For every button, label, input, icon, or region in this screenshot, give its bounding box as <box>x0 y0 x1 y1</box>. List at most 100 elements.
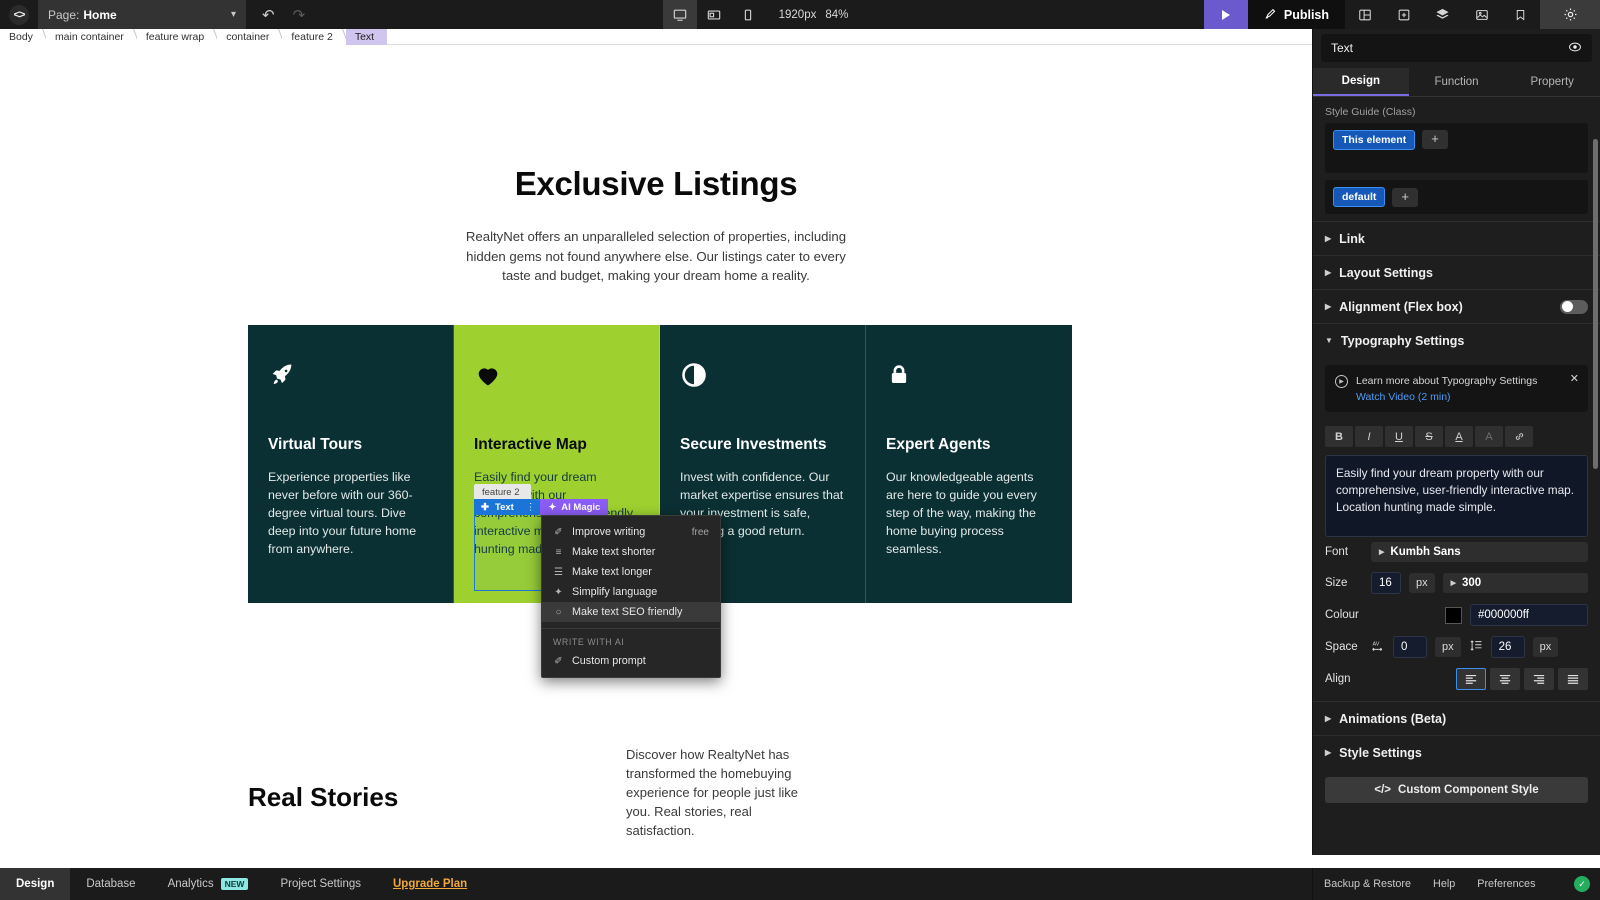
class-chip-default[interactable]: default <box>1333 187 1386 207</box>
menu-item-simplify-language[interactable]: ✦ Simplify language <box>542 582 720 602</box>
strike-glyph: S <box>1425 430 1433 443</box>
bold-icon[interactable]: B <box>1325 426 1353 447</box>
preview-button[interactable] <box>1203 0 1248 29</box>
bottom-tab-design[interactable]: Design <box>0 868 71 900</box>
align-justify-icon[interactable] <box>1558 668 1588 690</box>
colour-hex-input[interactable]: #000000ff <box>1470 604 1588 626</box>
device-tablet-button[interactable] <box>697 0 731 29</box>
add-element-icon[interactable] <box>1384 0 1423 29</box>
device-desktop-button[interactable] <box>662 0 697 29</box>
custom-component-style-button[interactable]: </> Custom Component Style <box>1325 777 1588 803</box>
undo-icon[interactable]: ↶ <box>262 6 275 24</box>
italic-icon[interactable]: I <box>1355 426 1383 447</box>
add-default-class-button[interactable]: + <box>1392 187 1419 207</box>
tab-design[interactable]: Design <box>1313 68 1409 96</box>
feature-card-virtual-tours[interactable]: Virtual Tours Experience properties like… <box>248 325 454 603</box>
preferences-button[interactable]: Preferences <box>1466 868 1546 900</box>
watch-video-link[interactable]: Watch Video (2 min) <box>1356 391 1537 403</box>
text-content-editor[interactable]: Easily find your dream property with our… <box>1325 455 1588 537</box>
menu-item-make-text-longer[interactable]: ☰ Make text longer <box>542 562 720 582</box>
accordion-layout-settings[interactable]: ▶ Layout Settings <box>1313 255 1600 289</box>
selection-move-handle[interactable]: ✚ Text <box>474 499 521 515</box>
accordion-label: Animations (Beta) <box>1339 711 1447 726</box>
font-family-select[interactable]: ▶ Kumbh Sans <box>1371 542 1588 562</box>
publish-button[interactable]: Publish <box>1247 0 1346 29</box>
feature-body[interactable]: Experience properties like never before … <box>268 468 434 558</box>
link-icon[interactable] <box>1505 426 1533 447</box>
breadcrumb-item-main-container[interactable]: main container <box>45 28 137 45</box>
hero-body-text[interactable]: RealtyNet offers an unparalleled selecti… <box>460 227 852 286</box>
layers-icon[interactable] <box>1423 0 1462 29</box>
selection-element-label: Text <box>494 501 514 513</box>
panel-scrollbar[interactable] <box>1593 139 1598 469</box>
bottom-tab-analytics[interactable]: Analytics NEW <box>152 868 265 900</box>
eye-icon[interactable] <box>1568 40 1582 57</box>
class-chip-this-element[interactable]: This element <box>1333 130 1416 150</box>
strikethrough-icon[interactable]: S <box>1415 426 1443 447</box>
accordion-style-settings[interactable]: ▶ Style Settings <box>1313 735 1600 769</box>
breadcrumb-item-feature-wrap[interactable]: feature wrap <box>136 28 218 45</box>
accordion-alignment-flexbox[interactable]: ▶ Alignment (Flex box) <box>1313 289 1600 323</box>
tab-function[interactable]: Function <box>1409 68 1505 96</box>
info-card-text: Learn more about Typography Settings <box>1356 375 1538 387</box>
gear-icon[interactable] <box>1540 0 1600 29</box>
font-weight-select[interactable]: ▶ 300 <box>1442 573 1588 593</box>
highlight-icon[interactable]: A <box>1475 426 1503 447</box>
chevron-right-icon: ▶ <box>1325 714 1332 723</box>
check-icon[interactable]: ✓ <box>1574 876 1590 892</box>
design-canvas[interactable]: Exclusive Listings RealtyNet offers an u… <box>0 45 1312 855</box>
font-size-input[interactable]: 16 <box>1371 572 1401 594</box>
bottom-tab-project-settings[interactable]: Project Settings <box>264 868 377 900</box>
feature-card-expert-agents[interactable]: Expert Agents Our knowledgeable agents a… <box>866 325 1072 603</box>
font-label: Font <box>1325 546 1349 558</box>
device-mobile-button[interactable] <box>731 0 765 29</box>
custom-component-style-label: Custom Component Style <box>1398 784 1539 796</box>
breadcrumb-item-container[interactable]: container <box>217 28 283 45</box>
assets-icon[interactable] <box>1462 0 1501 29</box>
line-height-input[interactable]: 26 <box>1490 636 1525 658</box>
breadcrumb-item-feature-2[interactable]: feature 2 <box>282 28 346 45</box>
selection-more-button[interactable]: ⋮ <box>520 499 541 515</box>
colour-swatch[interactable] <box>1445 606 1462 624</box>
align-left-icon[interactable] <box>1456 668 1486 690</box>
breadcrumb-item-body[interactable]: Body <box>0 28 46 45</box>
align-right-icon[interactable] <box>1524 668 1554 690</box>
font-size-unit[interactable]: px <box>1409 573 1435 593</box>
line-height-unit[interactable]: px <box>1532 637 1559 657</box>
italic-glyph: I <box>1367 430 1371 443</box>
accordion-typography-settings[interactable]: ▼ Typography Settings <box>1313 323 1600 357</box>
close-icon[interactable]: ✕ <box>1570 372 1579 385</box>
ai-magic-button[interactable]: ✦ AI Magic <box>540 499 609 515</box>
backup-restore-button[interactable]: Backup & Restore <box>1313 868 1422 900</box>
redo-icon[interactable]: ↷ <box>293 6 306 24</box>
menu-item-make-text-seo-friendly[interactable]: ○ Make text SEO friendly <box>542 602 720 622</box>
upgrade-plan-link[interactable]: Upgrade Plan <box>377 868 483 900</box>
alignment-toggle[interactable] <box>1560 299 1588 314</box>
menu-item-custom-prompt[interactable]: ✐ Custom prompt <box>542 651 720 671</box>
layout-panel-icon[interactable] <box>1345 0 1384 29</box>
zoom-level[interactable]: 84% <box>825 9 848 21</box>
menu-item-label: Make text SEO friendly <box>572 606 683 618</box>
chevron-down-icon: ▼ <box>1325 336 1333 345</box>
underline-icon[interactable]: U <box>1385 426 1413 447</box>
chevron-right-icon: ▶ <box>1325 234 1332 243</box>
bottom-tab-database[interactable]: Database <box>70 868 151 900</box>
breadcrumb-item-text[interactable]: Text <box>345 28 388 45</box>
app-logo[interactable]: <> <box>0 0 38 29</box>
accordion-animations[interactable]: ▶ Animations (Beta) <box>1313 701 1600 735</box>
page-selector[interactable]: Page: Home ▾ <box>38 0 246 29</box>
align-center-icon[interactable] <box>1490 668 1520 690</box>
help-button[interactable]: Help <box>1422 868 1466 900</box>
add-class-button[interactable]: + <box>1422 130 1448 149</box>
letter-spacing-unit[interactable]: px <box>1435 637 1461 657</box>
feature-body[interactable]: Our knowledgeable agents are here to gui… <box>886 468 1052 558</box>
text-format-toolbar: B I U S A A <box>1313 420 1600 451</box>
accordion-link[interactable]: ▶ Link <box>1313 221 1600 255</box>
text-color-icon[interactable]: A <box>1445 426 1473 447</box>
tab-property[interactable]: Property <box>1504 68 1600 96</box>
stories-body[interactable]: Discover how RealtyNet has transformed t… <box>626 745 811 840</box>
menu-item-make-text-shorter[interactable]: ≡ Make text shorter <box>542 542 720 562</box>
letter-spacing-input[interactable]: 0 <box>1393 636 1427 658</box>
menu-item-improve-writing[interactable]: ✐ Improve writing free <box>542 522 720 542</box>
pages-icon[interactable] <box>1501 0 1540 29</box>
